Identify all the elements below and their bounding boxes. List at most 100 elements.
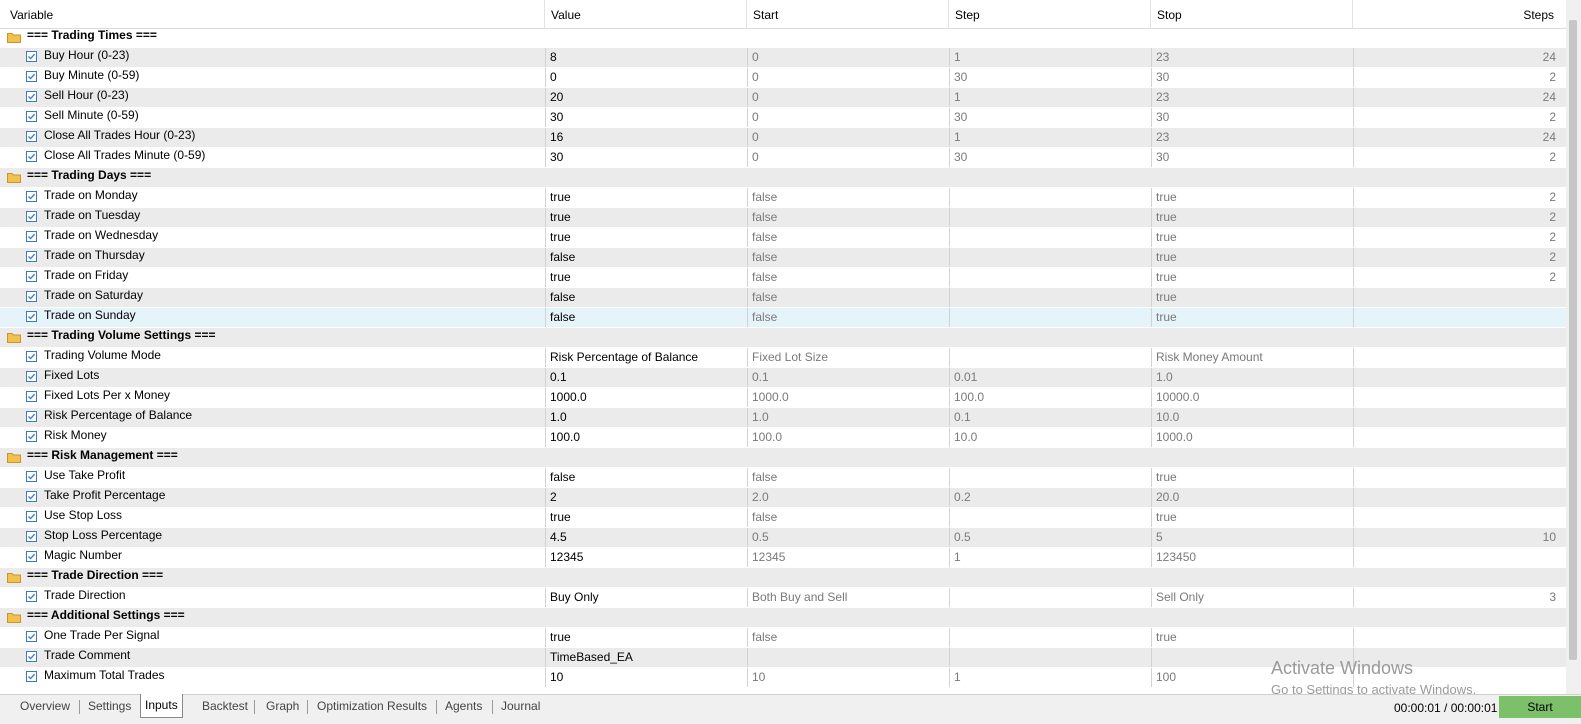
table-row[interactable]: Fixed Lots 0.1 0.1 0.01 1.0 — [0, 368, 1566, 388]
stop-cell[interactable]: true — [1151, 268, 1353, 287]
checkbox-checked-icon[interactable] — [26, 71, 37, 82]
column-header-steps[interactable]: Steps — [1353, 0, 1566, 28]
value-cell[interactable]: false — [545, 288, 747, 307]
start-cell[interactable]: 0.1 — [747, 368, 949, 387]
value-cell[interactable]: false — [545, 468, 747, 487]
column-header-value[interactable]: Value — [545, 0, 747, 28]
stop-cell[interactable]: Risk Money Amount — [1151, 348, 1353, 367]
checkbox-checked-icon[interactable] — [26, 411, 37, 422]
step-cell[interactable] — [949, 508, 1151, 527]
table-row[interactable]: Fixed Lots Per x Money 1000.0 1000.0 100.0 1… — [0, 388, 1566, 408]
vertical-scrollbar[interactable] — [1566, 0, 1581, 694]
step-cell[interactable]: 0.5 — [949, 528, 1151, 547]
step-cell[interactable] — [949, 648, 1151, 667]
checkbox-checked-icon[interactable] — [26, 111, 37, 122]
step-cell[interactable]: 30 — [949, 148, 1151, 167]
value-cell[interactable]: false — [545, 308, 747, 327]
stop-cell[interactable]: 123450 — [1151, 548, 1353, 567]
start-cell[interactable]: false — [747, 628, 949, 647]
stop-cell[interactable]: true — [1151, 248, 1353, 267]
table-row[interactable]: Trade on Saturday false false true — [0, 288, 1566, 308]
steps-cell[interactable] — [1353, 428, 1566, 447]
table-row[interactable]: Trade on Sunday false false true — [0, 308, 1566, 328]
value-cell[interactable]: 1.0 — [545, 408, 747, 427]
start-cell[interactable]: 1.0 — [747, 408, 949, 427]
steps-cell[interactable] — [1353, 468, 1566, 487]
value-cell[interactable]: 16 — [545, 128, 747, 147]
checkbox-checked-icon[interactable] — [26, 51, 37, 62]
start-cell[interactable]: Fixed Lot Size — [747, 348, 949, 367]
stop-cell[interactable]: 30 — [1151, 68, 1353, 87]
column-header-stop[interactable]: Stop — [1151, 0, 1353, 28]
value-cell[interactable]: true — [545, 228, 747, 247]
value-cell[interactable]: 8 — [545, 48, 747, 67]
start-cell[interactable]: false — [747, 248, 949, 267]
steps-cell[interactable]: 2 — [1353, 188, 1566, 207]
checkbox-checked-icon[interactable] — [26, 551, 37, 562]
start-cell[interactable]: 0 — [747, 128, 949, 147]
tab-agents[interactable]: Agents — [441, 695, 486, 717]
checkbox-checked-icon[interactable] — [26, 151, 37, 162]
checkbox-checked-icon[interactable] — [26, 531, 37, 542]
steps-cell[interactable]: 2 — [1353, 228, 1566, 247]
value-cell[interactable]: 30 — [545, 148, 747, 167]
table-row[interactable]: Risk Money 100.0 100.0 10.0 1000.0 — [0, 428, 1566, 448]
step-cell[interactable] — [949, 588, 1151, 607]
step-cell[interactable]: 1 — [949, 88, 1151, 107]
value-cell[interactable]: 0 — [545, 68, 747, 87]
tab-optimization-results[interactable]: Optimization Results — [313, 695, 431, 717]
start-cell[interactable]: 0 — [747, 148, 949, 167]
steps-cell[interactable]: 2 — [1353, 248, 1566, 267]
steps-cell[interactable]: 24 — [1353, 128, 1566, 147]
checkbox-checked-icon[interactable] — [26, 671, 37, 682]
tab-overview[interactable]: Overview — [16, 695, 74, 717]
table-row[interactable]: Trade on Monday true false true 2 — [0, 188, 1566, 208]
stop-cell[interactable]: true — [1151, 628, 1353, 647]
value-cell[interactable]: 100.0 — [545, 428, 747, 447]
stop-cell[interactable]: Sell Only — [1151, 588, 1353, 607]
step-cell[interactable] — [949, 628, 1151, 647]
step-cell[interactable]: 100.0 — [949, 388, 1151, 407]
value-cell[interactable]: true — [545, 188, 747, 207]
value-cell[interactable]: true — [545, 628, 747, 647]
steps-cell[interactable]: 2 — [1353, 208, 1566, 227]
value-cell[interactable]: 20 — [545, 88, 747, 107]
column-header-start[interactable]: Start — [747, 0, 949, 28]
table-row[interactable]: Use Take Profit false false true — [0, 468, 1566, 488]
step-cell[interactable] — [949, 288, 1151, 307]
value-cell[interactable]: 4.5 — [545, 528, 747, 547]
table-row[interactable]: One Trade Per Signal true false true — [0, 628, 1566, 648]
value-cell[interactable]: Risk Percentage of Balance — [545, 348, 747, 367]
steps-cell[interactable] — [1353, 388, 1566, 407]
column-header-variable[interactable]: Variable — [4, 0, 545, 28]
step-cell[interactable] — [949, 188, 1151, 207]
step-cell[interactable]: 0.2 — [949, 488, 1151, 507]
value-cell[interactable]: Buy Only — [545, 588, 747, 607]
start-cell[interactable]: false — [747, 308, 949, 327]
start-button[interactable]: Start — [1499, 696, 1581, 718]
stop-cell[interactable]: 23 — [1151, 128, 1353, 147]
checkbox-checked-icon[interactable] — [26, 431, 37, 442]
step-cell[interactable]: 30 — [949, 108, 1151, 127]
checkbox-checked-icon[interactable] — [26, 471, 37, 482]
start-cell[interactable]: 0 — [747, 88, 949, 107]
tab-settings[interactable]: Settings — [84, 695, 135, 717]
step-cell[interactable]: 0.01 — [949, 368, 1151, 387]
checkbox-checked-icon[interactable] — [26, 311, 37, 322]
tab-graph[interactable]: Graph — [262, 695, 303, 717]
step-cell[interactable]: 1 — [949, 48, 1151, 67]
table-row[interactable]: Risk Percentage of Balance 1.0 1.0 0.1 10.0 — [0, 408, 1566, 428]
value-cell[interactable]: true — [545, 268, 747, 287]
steps-cell[interactable] — [1353, 348, 1566, 367]
table-row[interactable]: Close All Trades Minute (0-59) 30 0 30 30 2 — [0, 148, 1566, 168]
checkbox-checked-icon[interactable] — [26, 211, 37, 222]
steps-cell[interactable]: 2 — [1353, 268, 1566, 287]
table-row[interactable]: Trading Volume Mode Risk Percentage of Ba… — [0, 348, 1566, 368]
table-row[interactable]: Buy Hour (0-23) 8 0 1 23 24 — [0, 48, 1566, 68]
tab-journal[interactable]: Journal — [497, 695, 544, 717]
steps-cell[interactable]: 24 — [1353, 48, 1566, 67]
step-cell[interactable] — [949, 228, 1151, 247]
start-cell[interactable]: Both Buy and Sell — [747, 588, 949, 607]
start-cell[interactable]: false — [747, 208, 949, 227]
checkbox-checked-icon[interactable] — [26, 231, 37, 242]
